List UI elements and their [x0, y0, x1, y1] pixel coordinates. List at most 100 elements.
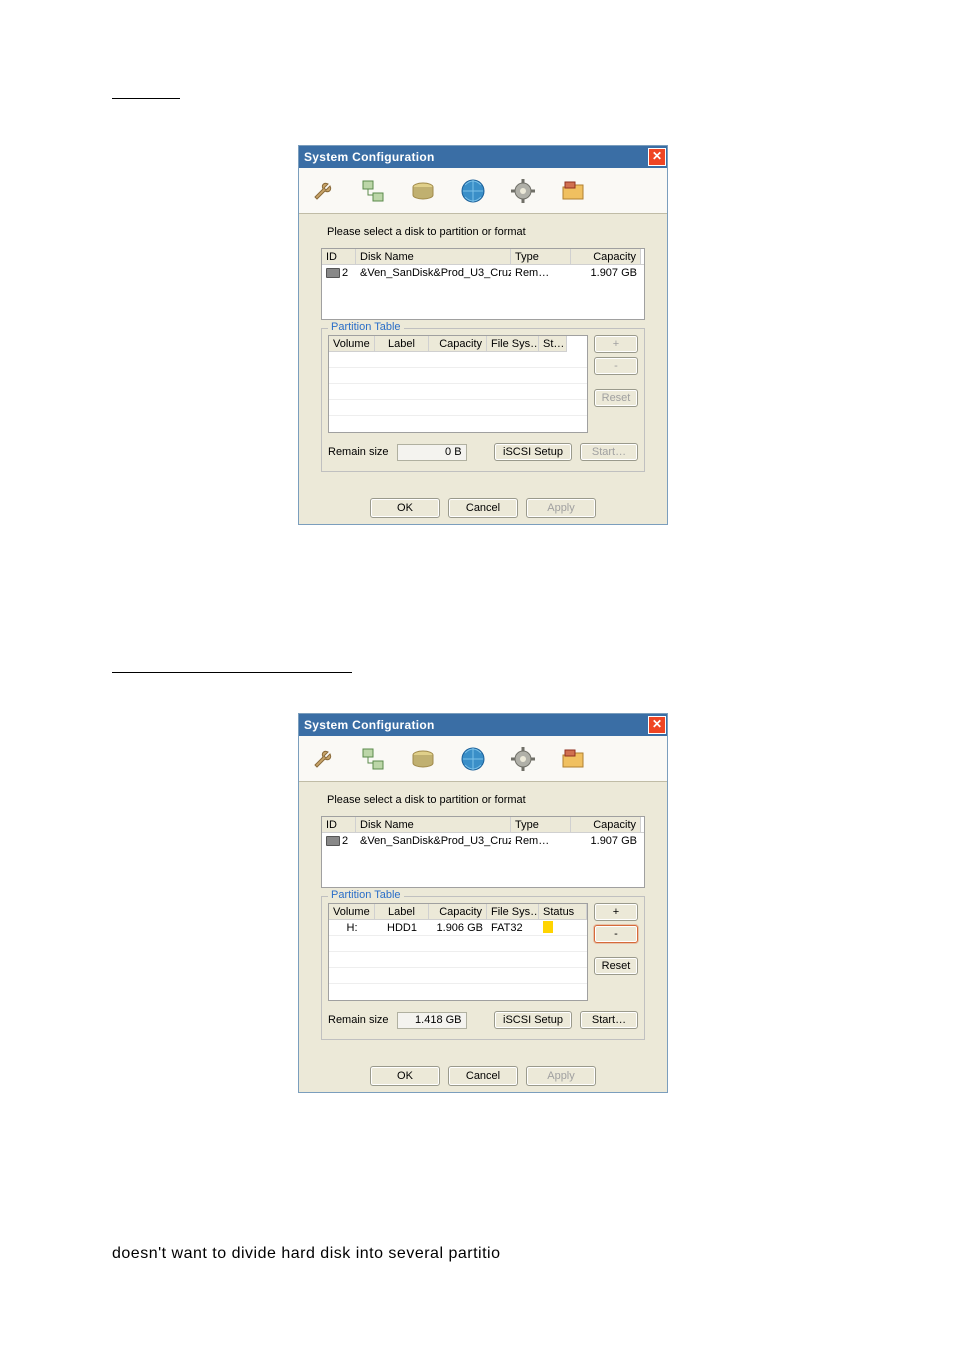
row-capacity: 1.906 GB [429, 922, 487, 934]
network-icon[interactable] [357, 175, 389, 207]
partition-row-empty [329, 968, 587, 984]
disk-list[interactable]: ID Disk Name Type Capacity 2 &Ven_SanDis… [321, 248, 645, 320]
wrench-icon[interactable] [307, 175, 339, 207]
iscsi-setup-button[interactable]: iSCSI Setup [494, 443, 572, 461]
col-volume: Volume [329, 904, 375, 920]
apply-button[interactable]: Apply [526, 1066, 596, 1086]
partition-legend: Partition Table [328, 321, 404, 333]
disk-capacity: 1.907 GB [571, 267, 641, 279]
globe-icon[interactable] [457, 175, 489, 207]
cancel-button[interactable]: Cancel [448, 498, 518, 518]
partition-table-group: Partition Table Volume Label Capacity Fi… [321, 896, 645, 1040]
col-capacity: Capacity [571, 817, 641, 832]
disk-type: Rem… [511, 835, 571, 847]
toolbar [299, 736, 667, 782]
remain-size-value: 0 B [397, 444, 467, 461]
dialog-footer: OK Cancel Apply [299, 1056, 667, 1092]
partition-header: Volume Label Capacity File Sys… Status [329, 904, 587, 920]
folder-icon[interactable] [557, 175, 589, 207]
col-id: ID [322, 817, 356, 832]
col-type: Type [511, 817, 571, 832]
add-partition-button[interactable]: + [594, 335, 638, 353]
remain-size-label: Remain size [328, 446, 389, 458]
window-title: System Configuration [304, 150, 435, 164]
system-configuration-window-1: System Configuration ✕ Please select a d… [298, 145, 668, 525]
col-label: Label [375, 904, 429, 920]
col-volume: Volume [329, 336, 375, 352]
disk-list-header: ID Disk Name Type Capacity [322, 249, 644, 265]
disk-list[interactable]: ID Disk Name Type Capacity 2 &Ven_SanDis… [321, 816, 645, 888]
partition-row-empty [329, 352, 587, 368]
col-pcapacity: Capacity [429, 904, 487, 920]
disk-row[interactable]: 2 &Ven_SanDisk&Prod_U3_Cruze… Rem… 1.907… [322, 265, 644, 281]
network-icon[interactable] [357, 743, 389, 775]
cancel-button[interactable]: Cancel [448, 1066, 518, 1086]
remain-size-value: 1.418 GB [397, 1012, 467, 1029]
remove-partition-button[interactable]: - [594, 925, 638, 943]
col-status: St… [539, 336, 567, 352]
col-filesys: File Sys… [487, 336, 539, 352]
remove-partition-button[interactable]: - [594, 357, 638, 375]
disk-capacity: 1.907 GB [571, 835, 641, 847]
partition-row-empty [329, 936, 587, 952]
section-underline [112, 654, 352, 673]
row-volume: H: [329, 922, 375, 934]
apply-button[interactable]: Apply [526, 498, 596, 518]
col-capacity: Capacity [571, 249, 641, 264]
row-filesys: FAT32 [487, 922, 539, 934]
disk-row[interactable]: 2 &Ven_SanDisk&Prod_U3_Cruze… Rem… 1.907… [322, 833, 644, 849]
disk-name: &Ven_SanDisk&Prod_U3_Cruze… [356, 835, 511, 847]
partition-row-empty [329, 952, 587, 968]
hdd-icon [326, 268, 340, 278]
instruction-text: Please select a disk to partition or for… [327, 794, 649, 806]
disk-id: 2 [342, 835, 348, 847]
system-configuration-window-2: System Configuration ✕ Please select a d… [298, 713, 668, 1093]
gear-icon[interactable] [507, 175, 539, 207]
toolbar [299, 168, 667, 214]
hdd-icon [326, 836, 340, 846]
status-chip [543, 921, 553, 933]
start-button[interactable]: Start… [580, 443, 638, 461]
partition-header: Volume Label Capacity File Sys… St… [329, 336, 587, 352]
col-filesys: File Sys… [487, 904, 539, 920]
col-pcapacity: Capacity [429, 336, 487, 352]
iscsi-setup-button[interactable]: iSCSI Setup [494, 1011, 572, 1029]
partition-row[interactable]: H: HDD1 1.906 GB FAT32 [329, 920, 587, 936]
reset-button[interactable]: Reset [594, 389, 638, 407]
disk-icon[interactable] [407, 175, 439, 207]
body-paragraph: doesn't want to divide hard disk into se… [112, 1245, 500, 1263]
disk-name: &Ven_SanDisk&Prod_U3_Cruze… [356, 267, 511, 279]
window-title: System Configuration [304, 718, 435, 732]
close-icon[interactable]: ✕ [648, 716, 666, 734]
partition-table-group: Partition Table Volume Label Capacity Fi… [321, 328, 645, 472]
folder-icon[interactable] [557, 743, 589, 775]
add-partition-button[interactable]: + [594, 903, 638, 921]
remain-size-label: Remain size [328, 1014, 389, 1026]
col-type: Type [511, 249, 571, 264]
partition-legend: Partition Table [328, 889, 404, 901]
page-header-underline [112, 80, 180, 99]
gear-icon[interactable] [507, 743, 539, 775]
globe-icon[interactable] [457, 743, 489, 775]
disk-list-header: ID Disk Name Type Capacity [322, 817, 644, 833]
dialog-footer: OK Cancel Apply [299, 488, 667, 524]
partition-row-empty [329, 384, 587, 400]
col-disk-name: Disk Name [356, 817, 511, 832]
close-icon[interactable]: ✕ [648, 148, 666, 166]
partition-row-empty [329, 400, 587, 416]
col-status: Status [539, 904, 587, 920]
ok-button[interactable]: OK [370, 498, 440, 518]
disk-id: 2 [342, 267, 348, 279]
reset-button[interactable]: Reset [594, 957, 638, 975]
ok-button[interactable]: OK [370, 1066, 440, 1086]
partition-table[interactable]: Volume Label Capacity File Sys… Status H… [328, 903, 588, 1001]
start-button[interactable]: Start… [580, 1011, 638, 1029]
col-label: Label [375, 336, 429, 352]
partition-table[interactable]: Volume Label Capacity File Sys… St… [328, 335, 588, 433]
titlebar: System Configuration ✕ [299, 714, 667, 736]
wrench-icon[interactable] [307, 743, 339, 775]
disk-icon[interactable] [407, 743, 439, 775]
titlebar: System Configuration ✕ [299, 146, 667, 168]
col-disk-name: Disk Name [356, 249, 511, 264]
body-line: doesn't want to divide hard disk into se… [112, 1245, 500, 1262]
